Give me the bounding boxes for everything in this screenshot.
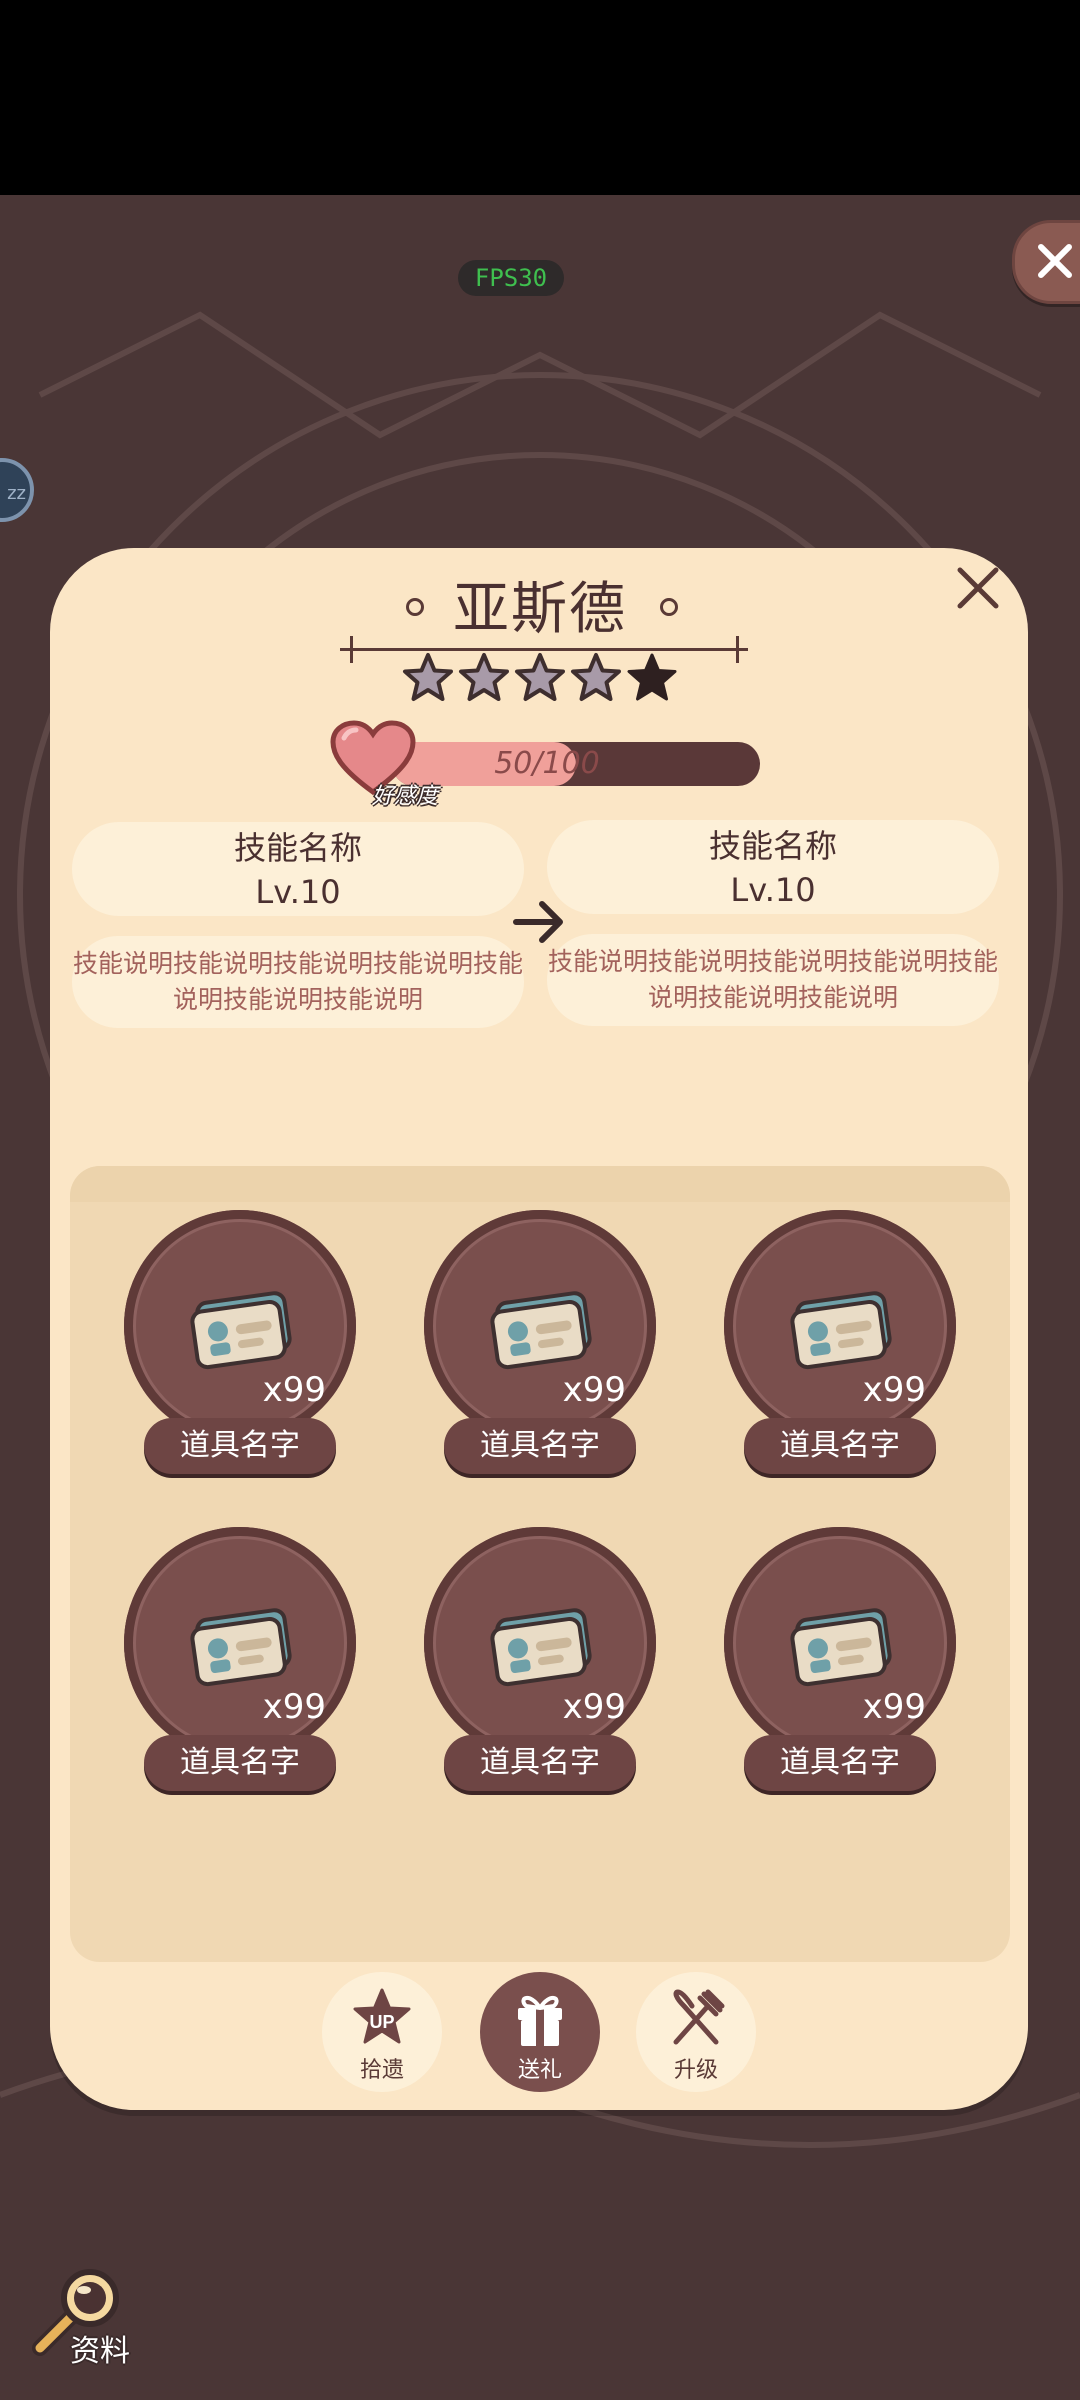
close-icon	[1038, 244, 1072, 278]
name-deco-dot-right	[660, 598, 678, 616]
star-up-icon: UP	[353, 1988, 411, 2044]
star-empty-icon	[403, 653, 453, 701]
current-skill-name: 技能名称	[233, 829, 362, 867]
id-card-icon	[190, 1291, 292, 1370]
gift-icon	[518, 1996, 562, 2046]
tab-pickup-label: 拾遗	[359, 2058, 404, 2083]
inventory-item[interactable]: x99 道具名字	[124, 1210, 356, 1490]
item-name: 道具名字	[744, 1735, 936, 1791]
id-card-icon	[490, 1291, 592, 1370]
tab-gift-label: 送礼	[517, 2058, 562, 2083]
info-button-label: 资料	[70, 2334, 130, 2369]
item-name: 道具名字	[444, 1735, 636, 1791]
next-skill-box: 技能名称 Lv.10	[547, 820, 999, 914]
star-rating	[402, 652, 682, 708]
next-skill-name: 技能名称	[708, 827, 837, 865]
name-divider	[340, 648, 748, 651]
info-button[interactable]: 资料	[32, 2266, 152, 2382]
fork-knife-icon	[673, 1989, 725, 2045]
item-count: x99	[262, 1687, 326, 1727]
id-card-icon	[490, 1608, 592, 1687]
panel-close-icon[interactable]	[950, 560, 1006, 616]
item-count: x99	[862, 1370, 926, 1410]
inventory-item[interactable]: x99 道具名字	[724, 1210, 956, 1490]
next-skill-level: Lv.10	[730, 871, 816, 909]
current-skill-desc: 技能说明技能说明技能说明技能说明技能说明技能说明技能说明	[72, 936, 524, 1028]
tab-upgrade-label: 升级	[673, 2058, 718, 2083]
star-empty-icon	[571, 653, 621, 701]
inventory-item[interactable]: x99 道具名字	[724, 1527, 956, 1807]
inventory-item[interactable]: x99 道具名字	[124, 1527, 356, 1807]
current-skill-level: Lv.10	[255, 873, 341, 911]
item-count: x99	[262, 1370, 326, 1410]
item-count: x99	[562, 1687, 626, 1727]
fps-counter: FPS30	[458, 260, 564, 296]
item-name: 道具名字	[144, 1418, 336, 1474]
star-empty-icon	[515, 653, 565, 701]
divider-tick-left	[350, 636, 353, 663]
tab-pickup-badge: UP	[369, 2012, 394, 2032]
item-name: 道具名字	[444, 1418, 636, 1474]
status-bar	[0, 0, 1080, 195]
star-empty-icon	[459, 653, 509, 701]
inventory-item[interactable]: x99 道具名字	[424, 1210, 656, 1490]
affinity-label: 好感度	[372, 784, 439, 809]
item-count: x99	[562, 1370, 626, 1410]
affinity-value: 50/100	[494, 746, 600, 781]
item-name: 道具名字	[144, 1735, 336, 1791]
next-skill-desc: 技能说明技能说明技能说明技能说明技能说明技能说明技能说明	[547, 934, 999, 1026]
tab-gift[interactable]: 送礼	[480, 1972, 600, 2092]
id-card-icon	[190, 1608, 292, 1687]
item-name: 道具名字	[744, 1418, 936, 1474]
character-name: 亚斯德	[453, 577, 627, 642]
side-bubble-label: zz	[7, 483, 26, 504]
inventory-item[interactable]: x99 道具名字	[424, 1527, 656, 1807]
item-count: x99	[862, 1687, 926, 1727]
close-button[interactable]	[1012, 220, 1080, 304]
inventory-header-shade	[70, 1166, 1010, 1202]
affinity-bar: 50/100	[392, 742, 760, 786]
divider-tick-right	[736, 636, 739, 663]
tab-upgrade[interactable]: 升级	[636, 1972, 756, 2092]
id-card-icon	[790, 1291, 892, 1370]
star-filled-icon	[627, 653, 677, 701]
current-skill-box: 技能名称 Lv.10	[72, 822, 524, 916]
tab-pickup[interactable]: UP 拾遗	[322, 1972, 442, 2092]
id-card-icon	[790, 1608, 892, 1687]
